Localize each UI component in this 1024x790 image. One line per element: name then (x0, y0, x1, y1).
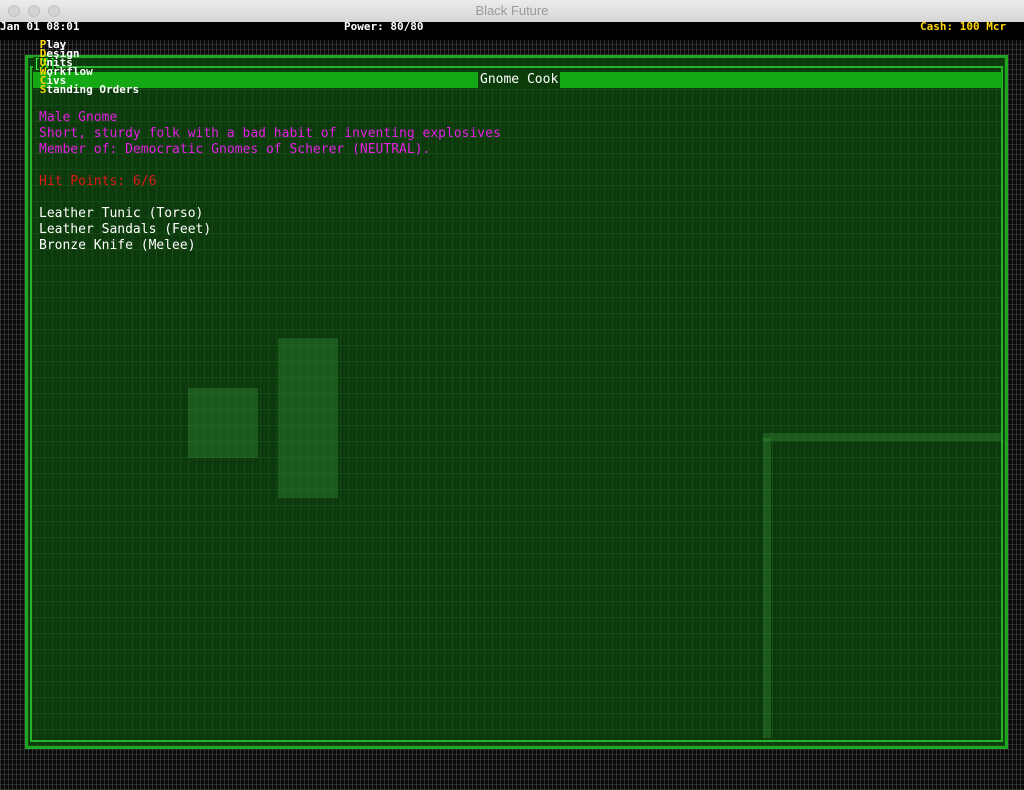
window-title-bar: Black Future (0, 0, 1024, 23)
equipment-item: Bronze Knife (Melee) (39, 238, 196, 253)
unit-membership: Member of: Democratic Gnomes of Scherer … (39, 142, 431, 157)
terrain-wall (763, 433, 1003, 441)
equipment-item: Leather Tunic (Torso) (39, 206, 204, 221)
power-readout: Power: 80/80 (344, 22, 424, 33)
window-title: Black Future (475, 3, 549, 18)
dimmed-map-backdrop (28, 58, 1005, 746)
main-menu: Play Design Units Workflow Civs Standing… (0, 31, 139, 95)
terrain-wall (763, 438, 771, 738)
equipment-item: Leather Sandals (Feet) (39, 222, 212, 237)
unit-gender-race: Male Gnome (39, 110, 118, 125)
minimize-window-icon[interactable] (28, 5, 40, 17)
dialog-title-bar: Gnome Cook (33, 72, 1002, 88)
menu-standing-orders[interactable]: Standing Orders (40, 83, 139, 96)
game-viewport[interactable]: Jan 01 08:01 Power: 80/80 Cash: 100 Mcr … (0, 22, 1024, 790)
unit-hit-points: Hit Points: 6/6 (39, 174, 157, 189)
unit-description: Short, sturdy folk with a bad habit of i… (39, 126, 501, 141)
terrain-structure (278, 338, 338, 498)
hud-bar: Jan 01 08:01 Power: 80/80 Cash: 100 Mcr … (0, 22, 1024, 95)
cash-readout: Cash: 100 Mcr (920, 22, 1007, 33)
dialog-title: Gnome Cook (478, 72, 561, 88)
game-date: Jan 01 08:01 (0, 22, 80, 33)
unit-info-dialog: [X] Gnome Cook Male Gnome Short, sturdy … (25, 55, 1008, 749)
zoom-window-icon[interactable] (48, 5, 60, 17)
close-window-icon[interactable] (8, 5, 20, 17)
hud-status-row: Jan 01 08:01 Power: 80/80 Cash: 100 Mcr (0, 22, 1024, 33)
terrain-structure (188, 388, 258, 458)
